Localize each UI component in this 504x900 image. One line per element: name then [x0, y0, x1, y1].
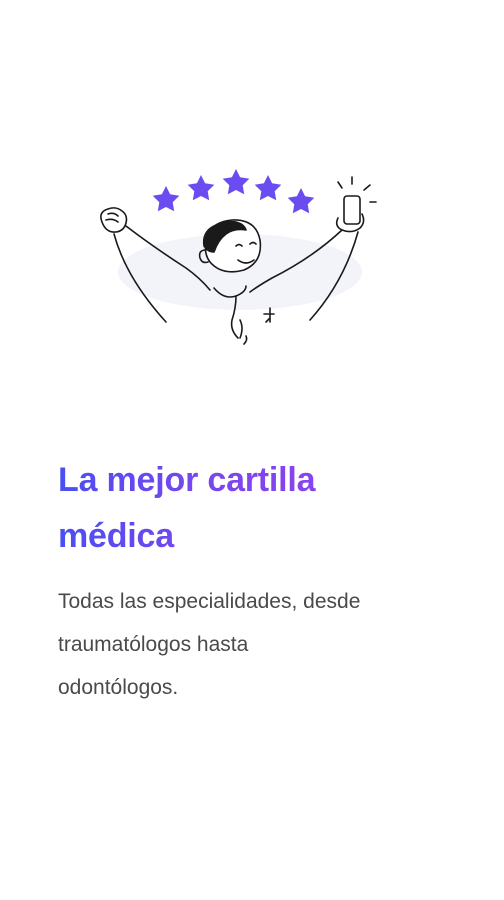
title-line-1: La mejor cartilla [58, 461, 316, 499]
five-stars-icon [152, 169, 315, 214]
page-title: La mejor cartilla médica [58, 452, 478, 564]
title-line-2: médica [58, 517, 174, 555]
star-icon [187, 175, 215, 201]
description-line-3: odontólogos. [58, 676, 179, 699]
description: Todas las especialidades, desde traumató… [58, 580, 478, 709]
star-icon [152, 186, 180, 212]
star-icon [254, 175, 282, 201]
onboarding-screen: La mejor cartilla médica Todas las espec… [0, 0, 504, 900]
star-icon [287, 188, 315, 214]
star-icon [222, 169, 250, 195]
happy-user-illustration [100, 169, 377, 345]
description-line-1: Todas las especialidades, desde [58, 590, 361, 613]
description-line-2: traumatólogos hasta [58, 633, 249, 656]
